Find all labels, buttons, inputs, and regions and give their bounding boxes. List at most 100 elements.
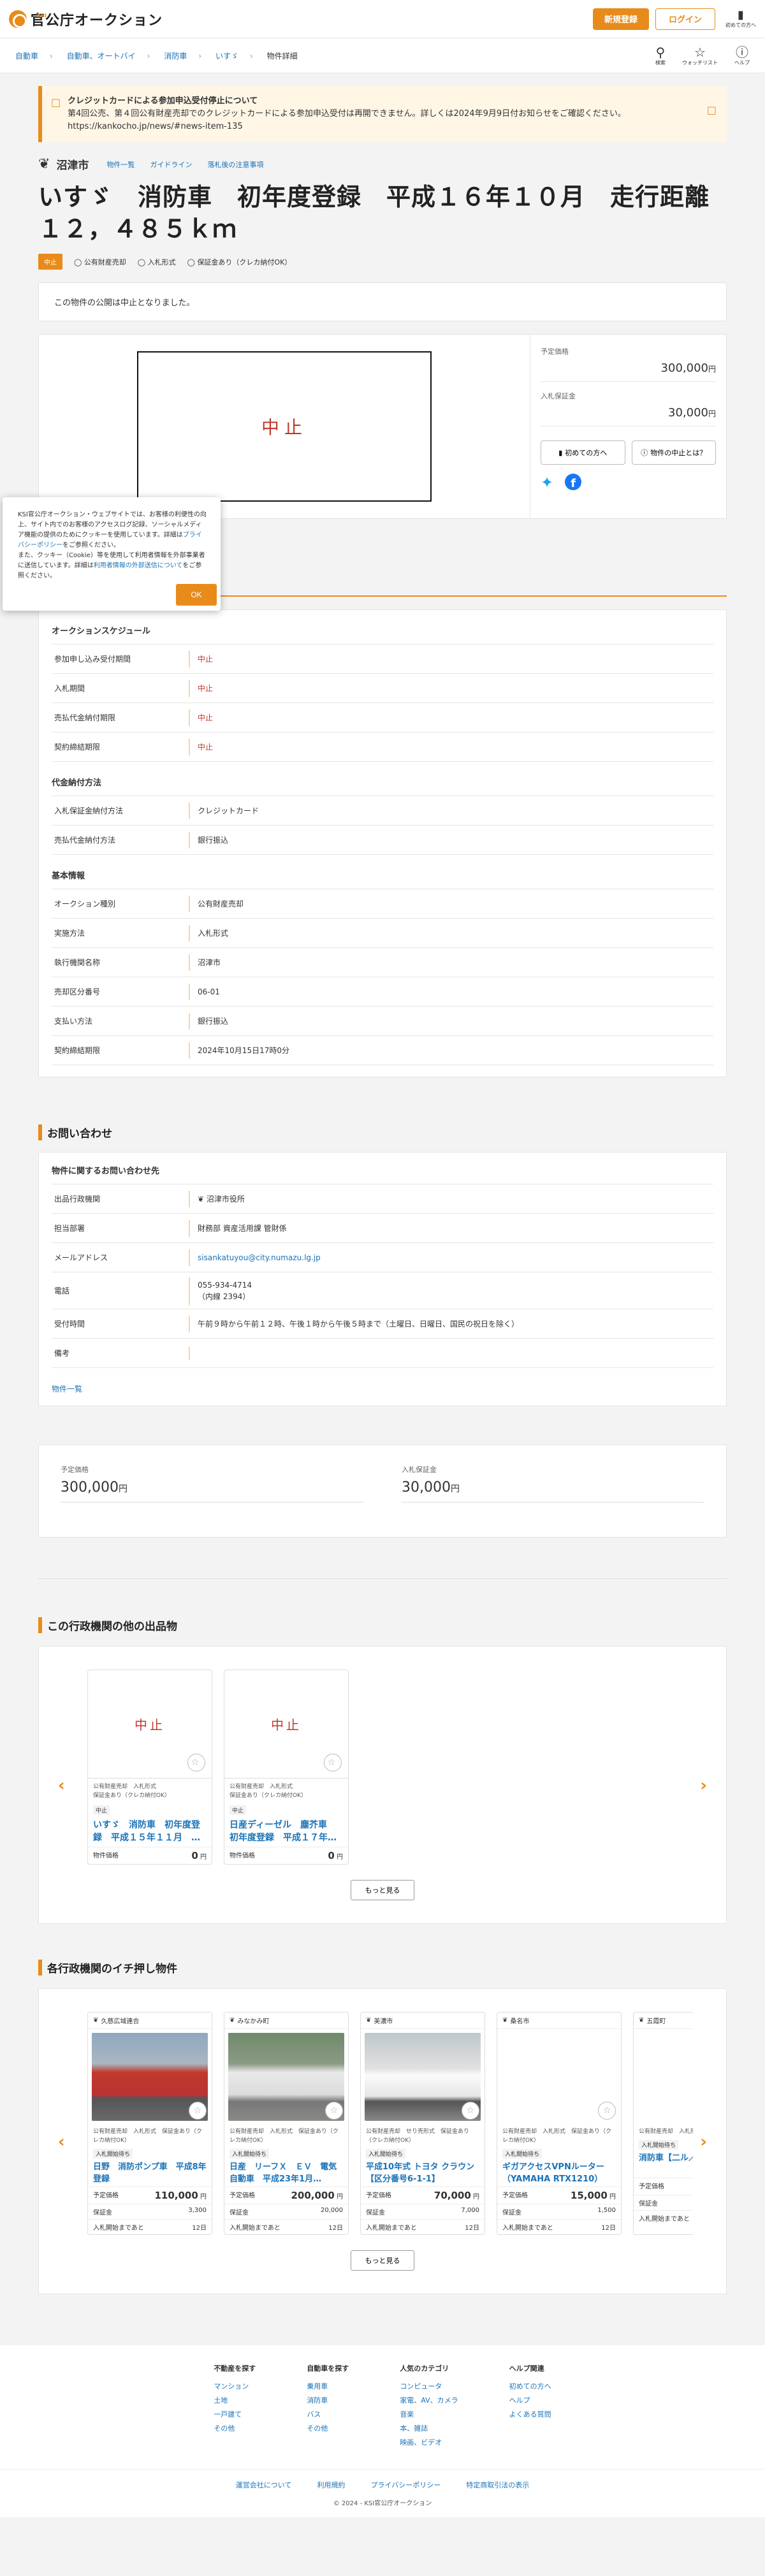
carousel-next-icon[interactable]: ›	[700, 1776, 707, 1795]
footer-link[interactable]: コンピュータ	[400, 2380, 458, 2394]
card-title[interactable]: 日産 リーフＸ ＥＶ 電気自動車 平成23年1月…	[224, 2160, 348, 2187]
item-card[interactable]: 中止 ☆ 公有財産売却 入札形式 保証金あり（クレカ納付OK） 中止 いすゞ 消防車…	[87, 1670, 212, 1865]
favorite-star-icon[interactable]: ☆	[325, 2102, 343, 2120]
card-title[interactable]: ギガアクセスVPNルーター（YAMAHA RTX1210）	[497, 2160, 621, 2187]
footer-link[interactable]: 土地	[214, 2394, 256, 2408]
site-header: KSI 官公庁オークション 新規登録 ログイン ▮ 初めての方へ	[0, 0, 765, 38]
favorite-star-icon[interactable]: ☆	[187, 1754, 205, 1772]
table-row: 売払代金納付期限 中止	[52, 703, 713, 732]
logo-small-text: KSI	[37, 12, 47, 18]
footer-link[interactable]: その他	[214, 2422, 256, 2436]
item-image[interactable]: 中止	[137, 351, 432, 502]
footer-link[interactable]: 消防車	[307, 2394, 349, 2408]
table-row: 入札期間 中止	[52, 674, 713, 703]
footer-link[interactable]: 音楽	[400, 2408, 458, 2422]
table-row: 執行機関名称 沼津市	[52, 948, 713, 977]
search-link[interactable]: ⚲ 検索	[655, 45, 666, 66]
email-link[interactable]: sisankatuyou@city.numazu.lg.jp	[198, 1253, 321, 1262]
help-link[interactable]: ⓘ ヘルプ	[734, 45, 750, 66]
twitter-icon[interactable]: ✦	[541, 474, 553, 491]
pickup-card[interactable]: ❦ 久慈広域連合 ☆ 公有財産売却 入札形式 保証金あり（クレカ納付OK） 入札開始待ち…	[87, 2012, 212, 2235]
card-tags: 公有財産売却 入札形式 保証金あり（クレカ納付OK）	[502, 2128, 612, 2144]
site-logo[interactable]: KSI 官公庁オークション	[9, 9, 163, 29]
summary-expected: 300,000円	[61, 1480, 363, 1503]
first-time-link[interactable]: ▮ 初めての方へ	[725, 8, 756, 30]
tag-icon: ◯	[187, 258, 198, 266]
footer-column-heading: 人気のカテゴリ	[400, 2364, 449, 2373]
help-icon: ⓘ	[641, 449, 648, 457]
org-emblem-icon: ❦	[502, 2017, 508, 2024]
org-link-guideline[interactable]: ガイドライン	[150, 159, 192, 170]
pickup-card[interactable]: ❦ 美濃市 ☆ 公有財産売却 せり売形式 保証金あり（クレカ納付OK） 入札開始待ち 平成…	[360, 2012, 485, 2235]
register-button[interactable]: 新規登録	[592, 8, 649, 30]
more-button[interactable]: もっと見る	[351, 2250, 414, 2271]
footer-bottom-link[interactable]: 運営会社について	[236, 2480, 292, 2490]
footer-link[interactable]: その他	[307, 2422, 349, 2436]
org-emblem-icon: ❦	[229, 2017, 235, 2024]
status-badge: 入札開始待ち	[93, 2149, 133, 2158]
favorite-star-icon[interactable]: ☆	[189, 2102, 207, 2120]
footer-bottom-link[interactable]: 利用規約	[317, 2480, 345, 2490]
org-link-items[interactable]: 物件一覧	[106, 159, 135, 170]
search-label: 検索	[655, 59, 666, 66]
footer-link[interactable]: 家電、AV、カメラ	[400, 2394, 458, 2408]
favorite-star-icon[interactable]: ☆	[324, 1754, 342, 1772]
footer-link[interactable]: 映画、ビデオ	[400, 2436, 458, 2450]
table-row: 実施方法 入札形式	[52, 919, 713, 948]
footer-bottom-link[interactable]: プライバシーポリシー	[370, 2480, 441, 2490]
table-row: 参加申し込み受付期間 中止	[52, 644, 713, 674]
card-tags: 公有財産売却 入札形式 保証金あり	[639, 2128, 693, 2135]
card-title[interactable]: 平成10年式 トヨタ クラウン【区分番号6-1-1】	[361, 2160, 484, 2187]
card-title[interactable]: 日野 消防ポンプ車 平成8年登録	[88, 2160, 212, 2187]
facebook-icon[interactable]: f	[565, 474, 582, 490]
deposit-label: 入札保証金	[541, 392, 576, 400]
breadcrumb-item[interactable]: 自動車	[15, 52, 38, 61]
card-title[interactable]: 消防車【二ル／一時移	[634, 2151, 693, 2178]
org-link-notes[interactable]: 落札後の注意事項	[207, 159, 263, 170]
login-button[interactable]: ログイン	[655, 8, 715, 30]
expected-price: 300,000円	[541, 361, 716, 382]
pickup-card[interactable]: ❦ みなかみ町 ☆ 公有財産売却 入札形式 保証金あり（クレカ納付OK） 入札開始待ち日…	[224, 2012, 349, 2235]
social-share: ✦ f	[541, 474, 716, 491]
first-time-button[interactable]: ▮ 初めての方へ	[541, 440, 625, 465]
org-line: ❦ 沼津市 物件一覧 ガイドライン 落札後の注意事項	[38, 156, 727, 172]
breadcrumb-item[interactable]: いすゞ	[215, 52, 238, 61]
footer-link[interactable]: 一戸建て	[214, 2408, 256, 2422]
pickup-card[interactable]: ❦ 桑名市 ☆ 公有財産売却 入札形式 保証金あり（クレカ納付OK） 入札開始待ち ギガア…	[497, 2012, 622, 2235]
help-label: ヘルプ	[734, 59, 750, 66]
footer-link[interactable]: 乗用車	[307, 2380, 349, 2394]
what-is-stop-button[interactable]: ⓘ 物件の中止とは？	[631, 440, 716, 465]
watchlist-link[interactable]: ☆ ウォッチリスト	[682, 45, 718, 66]
breadcrumb-item[interactable]: 自動車、オートバイ	[67, 52, 136, 61]
favorite-star-icon[interactable]: ☆	[462, 2102, 479, 2120]
footer-link[interactable]: ヘルプ	[509, 2394, 551, 2408]
footer-link[interactable]: マンション	[214, 2380, 256, 2394]
footer-bottom-link[interactable]: 特定商取引法の表示	[466, 2480, 529, 2490]
footer-link[interactable]: よくある質問	[509, 2408, 551, 2422]
table-row: 出品行政機関 ❦ 沼津市役所	[52, 1184, 713, 1214]
carousel-prev-icon[interactable]: ‹	[58, 2132, 65, 2151]
favorite-star-icon[interactable]: ☆	[598, 2102, 616, 2120]
status-badge: 中止	[38, 254, 62, 270]
card-org: 五霞町	[646, 2018, 666, 2025]
cookie-ok-button[interactable]: OK	[176, 584, 217, 606]
all-items-link[interactable]: 物件一覧	[52, 1383, 713, 1394]
card-title[interactable]: いすゞ 消防車 初年度登録 平成１５年１１月 …	[88, 1816, 212, 1847]
item-card[interactable]: 中止 ☆ 公有財産売却 入札形式 保証金あり（クレカ納付OK） 中止 日産ディーゼル…	[224, 1670, 349, 1865]
more-button[interactable]: もっと見る	[351, 1880, 414, 1900]
breadcrumb-bar: 自動車 › 自動車、オートバイ › 消防車 › いすゞ › 物件詳細 ⚲ 検索 ☆ ウォッチ…	[0, 38, 765, 73]
footer-link[interactable]: 初めての方へ	[509, 2380, 551, 2394]
pickup-card[interactable]: ❦五霞町☆公有財産売却 入札形式 保証金あり入札開始待ち消防車【二ル／一時移予定…	[633, 2012, 693, 2235]
card-tags: 公有財産売却 入札形式 保証金あり（クレカ納付OK）	[229, 2128, 339, 2144]
table-row: 支払い方法 銀行振込	[52, 1007, 713, 1036]
breadcrumb-item[interactable]: 消防車	[164, 52, 187, 61]
footer-link[interactable]: 本、雑誌	[400, 2422, 458, 2436]
footer-link[interactable]: バス	[307, 2408, 349, 2422]
price-area: 予定価格 300,000円 入札保証金 30,000円 ▮ 初めての方へ ⓘ 物件の…	[530, 335, 726, 518]
card-title[interactable]: 日産ディーゼル 塵芥車 初年度登録 平成１７年…	[224, 1816, 348, 1847]
carousel-prev-icon[interactable]: ‹	[58, 1776, 65, 1795]
notice-link[interactable]: https://kankocho.jp/news/#news-item-135	[68, 122, 243, 131]
carousel-next-icon[interactable]: ›	[700, 2132, 707, 2151]
price-summary: 予定価格 300,000円 入札保証金 30,000円	[38, 1444, 727, 1538]
external-transmission-link[interactable]: 利用者情報の外部送信について	[94, 562, 183, 569]
